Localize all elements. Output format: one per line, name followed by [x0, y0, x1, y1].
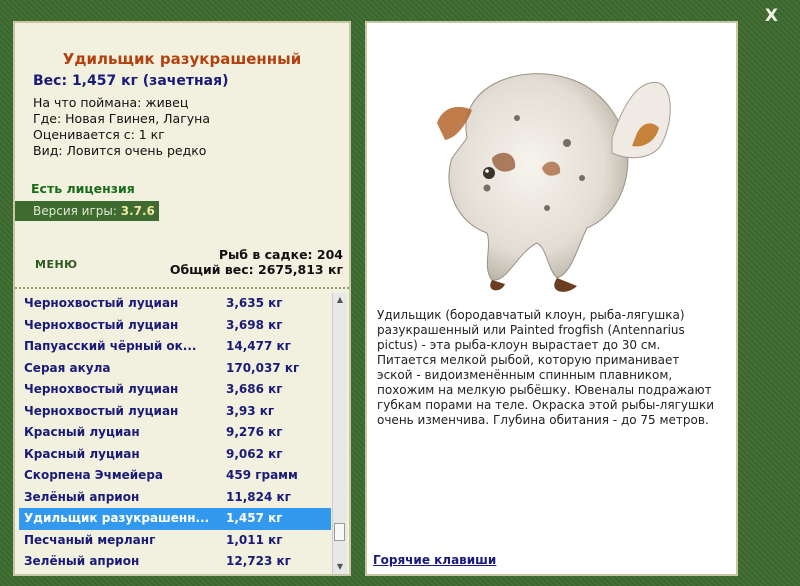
fish-description: Удильщик (бородавчатый клоун, рыба-лягуш… — [377, 308, 714, 427]
catch-name: Удильщик разукрашенн... — [24, 511, 210, 525]
total-weight: Общий вес: 2675,813 кг — [169, 262, 343, 277]
hotkeys-link[interactable]: Горячие клавиши — [373, 553, 496, 567]
list-item[interactable]: Скорпена Эчмейера 459 грамм — [19, 465, 331, 487]
menu-button[interactable]: МЕНЮ — [35, 258, 78, 271]
fish-title: Удильщик разукрашенный — [62, 50, 302, 68]
catch-name: Красный луциан — [24, 446, 140, 461]
catch-weight: 11,824 кг — [226, 489, 291, 504]
close-button[interactable]: X — [765, 6, 778, 26]
fish-image — [397, 48, 697, 298]
fish-count: Рыб в садке: 204 — [218, 247, 343, 262]
catch-weight: 3,635 кг — [226, 296, 283, 310]
list-item[interactable]: Песчаный мерланг 1,011 кг — [19, 530, 331, 552]
catch-name: Красный луциан — [24, 425, 140, 439]
fish-info-panel: Удильщик разукрашенный Вес: 1,457 кг (за… — [13, 21, 351, 576]
list-item[interactable]: Чернохвостый луциан 3,686 кг — [19, 379, 331, 401]
rarity: Вид: Ловится очень редко — [33, 143, 207, 158]
list-item[interactable]: Папуасский чёрный ок... 14,477 кг — [19, 336, 331, 358]
catch-weight: 14,477 кг — [226, 339, 291, 353]
catch-name: Чернохвостый луциан — [24, 403, 179, 418]
list-item[interactable]: Чернохвостый луциан 3,635 кг — [19, 293, 331, 315]
list-item[interactable]: Чернохвостый луциан 3,698 кг — [19, 315, 331, 337]
keepnet-stats: Рыб в садке: 204 Общий вес: 2675,813 кг — [170, 247, 343, 277]
list-item[interactable]: Красный луциан 9,276 кг — [19, 422, 331, 444]
license-status: Есть лицензия — [31, 181, 135, 196]
catch-name: Серая акула — [24, 360, 111, 375]
catch-weight: 3,93 кг — [226, 403, 275, 418]
list-item[interactable]: Красный луциан 9,062 кг — [19, 444, 331, 466]
catch-name: Зелёный априон — [24, 489, 140, 504]
game-version: Версия игры: 3.7.6 — [15, 201, 159, 221]
catch-weight: 1,457 кг — [226, 511, 283, 525]
catch-weight: 3,686 кг — [226, 382, 283, 396]
list-item[interactable]: Удильщик разукрашенн... 1,457 кг — [19, 508, 331, 530]
scroll-up-icon[interactable]: ▲ — [333, 293, 347, 307]
game-window: X Удильщик разукрашенный Вес: 1,457 кг (… — [0, 0, 800, 586]
location: Где: Новая Гвинея, Лагуна — [33, 111, 211, 126]
fish-weight: Вес: 1,457 кг (зачетная) — [33, 73, 229, 89]
scroll-thumb[interactable] — [334, 523, 345, 541]
scroll-down-icon[interactable]: ▼ — [333, 560, 347, 574]
caught-on: На что поймана: живец — [33, 95, 189, 110]
catch-weight: 459 грамм — [226, 468, 298, 482]
list-item[interactable]: Серая акула 170,037 кг — [19, 358, 331, 380]
version-label: Версия игры: — [33, 204, 121, 218]
catch-weight: 9,062 кг — [226, 446, 283, 461]
version-value: 3.7.6 — [120, 204, 155, 218]
catch-name: Чернохвостый луциан — [24, 317, 179, 332]
catch-weight: 12,723 кг — [226, 554, 291, 568]
list-item[interactable]: Зелёный априон 12,723 кг — [19, 551, 331, 573]
divider — [15, 287, 349, 289]
list-item[interactable]: Чернохвостый луциан 3,93 кг — [19, 401, 331, 423]
list-scrollbar[interactable]: ▲ ▼ — [332, 293, 347, 574]
catch-name: Песчаный мерланг — [24, 532, 156, 547]
catch-weight: 9,276 кг — [226, 425, 283, 439]
catch-name: Чернохвостый луциан — [24, 296, 179, 310]
frogfish-picture — [437, 73, 671, 292]
catch-name: Чернохвостый луциан — [24, 382, 179, 396]
rated-from: Оценивается с: 1 кг — [33, 127, 165, 142]
catch-weight: 170,037 кг — [226, 360, 300, 375]
catch-weight: 3,698 кг — [226, 317, 283, 332]
catch-weight: 1,011 кг — [226, 532, 283, 547]
catch-list[interactable]: Чернохвостый луциан 3,635 кг Чернохвостый … — [19, 293, 331, 574]
catch-name: Папуасский чёрный ок... — [24, 339, 197, 353]
fish-detail-panel: Удильщик (бородавчатый клоун, рыба-лягуш… — [365, 21, 738, 576]
catch-name: Зелёный априон — [24, 554, 140, 568]
catch-name: Скорпена Эчмейера — [24, 468, 164, 482]
list-item[interactable]: Зелёный априон 11,824 кг — [19, 487, 331, 509]
